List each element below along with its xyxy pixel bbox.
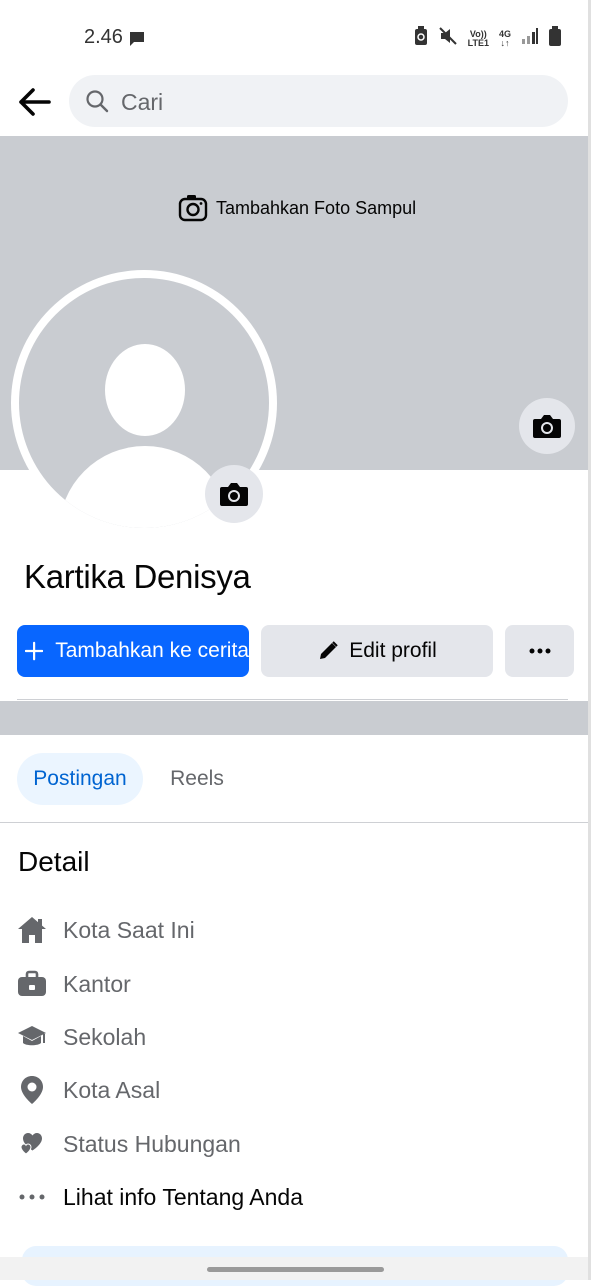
briefcase-icon [16,968,48,1000]
more-dots-icon [529,648,550,654]
home-gesture-handle[interactable] [207,1267,384,1272]
battery-icon [549,26,561,51]
message-notification-icon [128,30,146,53]
detail-label: Status Hubungan [63,1130,241,1157]
divider [17,699,568,700]
detail-item-current-city[interactable]: Kota Saat Ini [16,910,195,950]
camera-icon [178,195,208,222]
detail-label: Kota Asal [63,1076,161,1103]
add-to-story-button[interactable]: Tambahkan ke cerita [17,625,249,677]
mute-icon [438,26,458,51]
status-time: 2.46 [84,26,123,48]
see-about-info-link[interactable]: Lihat info Tentang Anda [16,1177,303,1217]
edit-profile-label: Edit profil [349,639,437,662]
more-dots-icon [16,1181,48,1213]
edit-profile-button[interactable]: Edit profil [261,625,493,677]
more-options-button[interactable] [505,625,574,677]
add-to-story-label: Tambahkan ke cerita [55,639,249,662]
detail-item-hometown[interactable]: Kota Asal [16,1070,160,1110]
detail-item-relationship[interactable]: Status Hubungan [16,1124,241,1164]
detail-label: Kota Saat Ini [63,916,195,943]
pencil-icon [320,641,338,659]
edit-cover-camera-button[interactable] [519,398,575,454]
network-indicator: 4G ↓↑ [499,29,511,48]
hearts-icon [16,1128,48,1160]
camera-icon [533,415,561,438]
detail-item-workplace[interactable]: Kantor [16,964,131,1004]
section-separator [0,701,591,735]
home-icon [16,914,48,946]
tab-reels[interactable]: Reels [158,753,236,805]
data-arrows-icon: ↓↑ [500,37,510,48]
status-bar: 2.46 Vo)) LTE1 4G ↓↑ [0,0,591,70]
search-input[interactable] [119,85,543,119]
detail-label: Sekolah [63,1023,147,1050]
graduation-cap-icon [16,1021,48,1053]
top-bar [0,72,591,132]
system-navigation-bar [0,1257,591,1280]
detail-label: Lihat info Tentang Anda [63,1183,304,1210]
camera-icon [220,483,248,506]
detail-label: Kantor [63,970,131,997]
plus-icon [25,641,44,661]
search-icon [85,89,109,118]
search-bar[interactable] [69,75,568,127]
detail-item-school[interactable]: Sekolah [16,1017,146,1057]
add-cover-photo-label: Tambahkan Foto Sampul [216,197,417,218]
add-cover-photo-button[interactable]: Tambahkan Foto Sampul [178,194,416,222]
back-button[interactable] [14,82,54,122]
tab-posts[interactable]: Postingan [17,753,143,805]
location-pin-icon [16,1074,48,1106]
volte-indicator: Vo)) LTE1 [467,29,489,48]
profile-name: Kartika Denisya [24,558,251,595]
lte-label: LTE1 [467,37,489,48]
signal-icon [521,27,539,50]
avatar-head-shape [105,344,185,436]
edit-profile-picture-button[interactable] [205,465,263,523]
back-arrow-icon [19,88,51,116]
details-heading: Detail [18,846,90,877]
battery-saver-icon [414,26,428,51]
divider [0,822,591,823]
